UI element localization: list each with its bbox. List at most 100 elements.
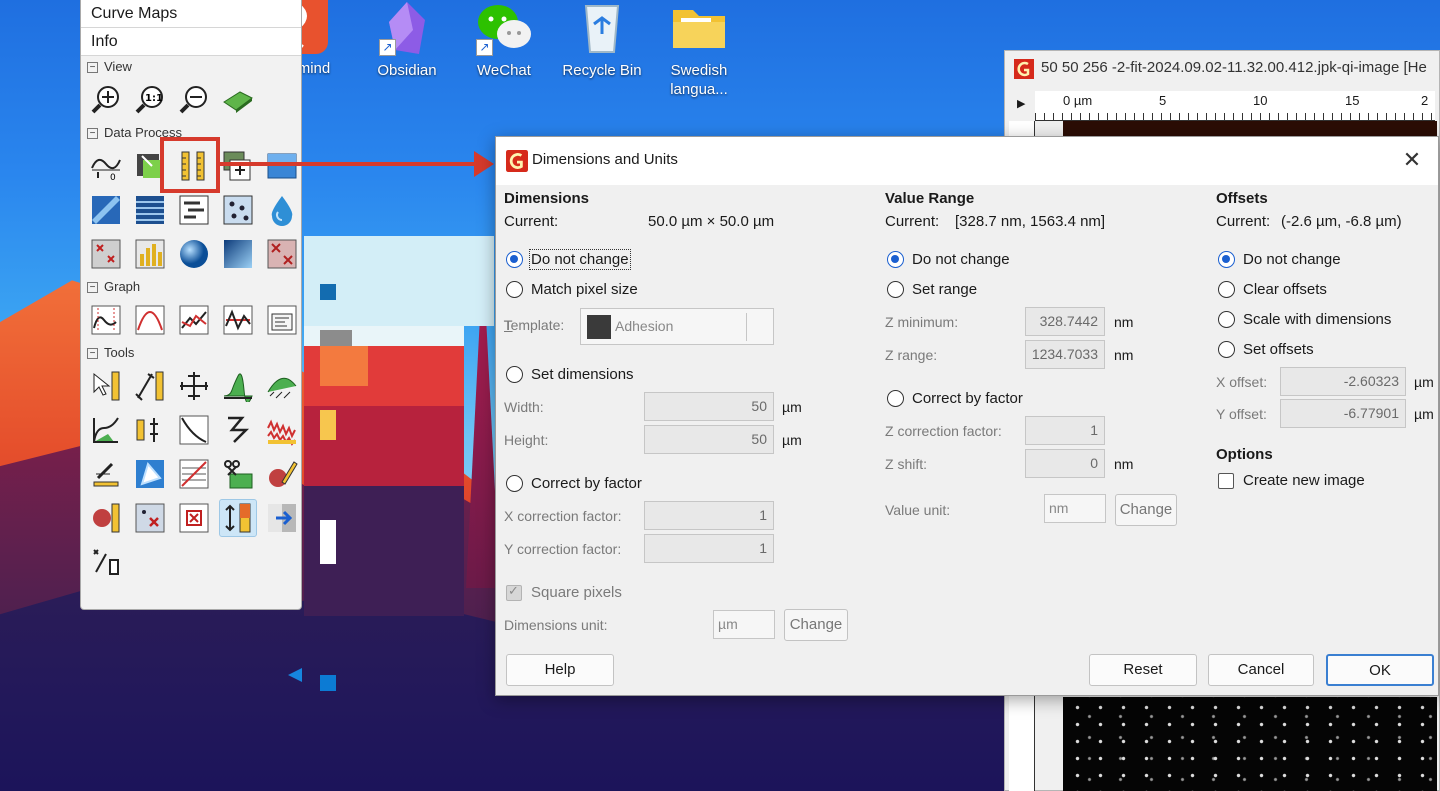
sphere-tool[interactable] [175, 235, 213, 273]
fix-zero-tool[interactable]: 0 [87, 147, 125, 185]
value-do-not-change-radio[interactable]: Do not change [887, 251, 1010, 268]
menu-info[interactable]: Info [81, 28, 301, 56]
mark-scars-tool[interactable] [87, 235, 125, 273]
section-tools[interactable]: − Tools [81, 342, 301, 364]
section-view[interactable]: − View [81, 56, 301, 78]
radio-icon [1218, 341, 1235, 358]
section-graph[interactable]: − Graph [81, 276, 301, 298]
height-scale-tool[interactable] [219, 499, 257, 537]
scale-with-dimensions-radio[interactable]: Scale with dimensions [1218, 311, 1391, 328]
zoom-in-tool[interactable] [87, 81, 125, 119]
zoom-1-1-tool[interactable]: 1:1 [131, 81, 169, 119]
z-shift-unit: nm [1114, 456, 1134, 472]
dialog-titlebar[interactable]: Dimensions and Units ✕ [496, 137, 1438, 185]
mark-remove-tool[interactable] [131, 499, 169, 537]
menu-curve-maps[interactable]: Curve Maps [81, 0, 301, 28]
arithmetic-tool[interactable] [219, 147, 257, 185]
dimensions-unit-select[interactable]: µm [713, 610, 775, 639]
shade-icon [92, 196, 120, 224]
afm-image[interactable] [1063, 121, 1437, 137]
z-factor-field[interactable]: 1 [1025, 416, 1105, 445]
3d-view-tool[interactable] [219, 81, 257, 119]
z-minimum-unit: nm [1114, 314, 1134, 330]
profile-tool[interactable] [175, 367, 213, 405]
particles-tool[interactable] [219, 191, 257, 229]
ruler-menu-icon[interactable]: ▶ [1017, 97, 1025, 110]
ok-button[interactable]: OK [1326, 654, 1434, 686]
line-measure-tool[interactable] [87, 543, 125, 581]
width-field[interactable]: 50 [644, 392, 774, 421]
graph-stats-tool[interactable] [263, 301, 301, 339]
graph-level-icon [223, 305, 253, 335]
image-window-title[interactable]: 50 50 256 -2-fit-2024.09.02-11.32.00.412… [1005, 51, 1439, 85]
square-pixels-checkbox[interactable]: Square pixels [506, 583, 622, 601]
help-button[interactable]: Help [506, 654, 614, 686]
graph-fit-tool[interactable] [131, 301, 169, 339]
roughness-tool[interactable] [263, 411, 301, 449]
histogram-tool[interactable] [131, 235, 169, 273]
watershed-tool[interactable] [263, 191, 301, 229]
x-factor-field[interactable]: 1 [644, 501, 774, 530]
spectro-tool[interactable] [219, 367, 257, 405]
grain-mark-tool[interactable] [87, 499, 125, 537]
z-minimum-field[interactable]: 328.7442 [1025, 307, 1105, 336]
set-dimensions-radio[interactable]: Set dimensions [506, 366, 634, 383]
level-3point-tool[interactable] [131, 411, 169, 449]
z-shift-label: Z shift: [885, 456, 928, 472]
path-tool[interactable] [219, 411, 257, 449]
graph-compare-tool[interactable] [175, 301, 213, 339]
afm-image[interactable] [1063, 697, 1437, 791]
graph-cut-tool[interactable] [87, 301, 125, 339]
create-new-image-checkbox[interactable]: Create new image [1218, 472, 1365, 489]
dimensions-unit-change-button[interactable]: Change [784, 609, 848, 641]
read-value-tool[interactable] [87, 367, 125, 405]
template-select[interactable]: Adhesion [580, 308, 774, 345]
stats-tool[interactable] [87, 455, 125, 493]
value-unit-change-button[interactable]: Change [1115, 494, 1177, 526]
graph-level-tool[interactable] [219, 301, 257, 339]
cancel-button[interactable]: Cancel [1208, 654, 1314, 686]
sfunctions-tool[interactable] [263, 367, 301, 405]
desktop-icon-obsidian[interactable]: ↗ Obsidian [365, 0, 449, 80]
distance-tool[interactable] [131, 367, 169, 405]
height-unit: µm [782, 432, 802, 448]
level-tool[interactable] [263, 147, 301, 185]
zoom-out-tool[interactable] [175, 81, 213, 119]
gradient-tool[interactable] [219, 235, 257, 273]
rotate-tool[interactable] [175, 455, 213, 493]
selection-manager-tool[interactable] [131, 455, 169, 493]
clear-offsets-radio[interactable]: Clear offsets [1218, 281, 1327, 298]
crosshair-icon [180, 372, 208, 400]
filter-tool[interactable] [87, 411, 125, 449]
align-rows-tool[interactable] [175, 191, 213, 229]
reset-button[interactable]: Reset [1089, 654, 1197, 686]
y-offset-field[interactable]: -6.77901 [1280, 399, 1406, 428]
curve-tool[interactable] [175, 411, 213, 449]
desktop-icon-recycle-bin[interactable]: Recycle Bin [560, 0, 644, 80]
height-field[interactable]: 50 [644, 425, 774, 454]
set-range-radio[interactable]: Set range [887, 281, 977, 298]
export-tool[interactable] [263, 499, 301, 537]
value-correct-factor-radio[interactable]: Correct by factor [887, 390, 1023, 407]
set-offsets-radio[interactable]: Set offsets [1218, 341, 1314, 358]
z-shift-field[interactable]: 0 [1025, 449, 1105, 478]
z-range-field[interactable]: 1234.7033 [1025, 340, 1105, 369]
close-icon[interactable]: ✕ [1394, 147, 1430, 175]
lines-tool[interactable] [131, 191, 169, 229]
shade-tool[interactable] [87, 191, 125, 229]
x-offset-field[interactable]: -2.60323 [1280, 367, 1406, 396]
value-unit-select[interactable]: nm [1044, 494, 1106, 523]
desktop-icon-label: Swedish [670, 62, 728, 79]
remove-mask-tool[interactable] [175, 499, 213, 537]
dimensions-correct-factor-radio[interactable]: Correct by factor [506, 475, 642, 492]
y-factor-field[interactable]: 1 [644, 534, 774, 563]
match-pixel-size-radio[interactable]: Match pixel size [506, 281, 638, 298]
desktop-icon-swedish-folder[interactable]: Swedish langua... [657, 0, 741, 99]
sphere-icon [180, 240, 208, 268]
remove-spots-tool[interactable] [263, 235, 301, 273]
scissors-tool[interactable] [219, 455, 257, 493]
desktop-icon-wechat[interactable]: ↗ WeChat [462, 0, 546, 80]
dimensions-do-not-change-radio[interactable]: Do not change [506, 249, 631, 270]
offsets-do-not-change-radio[interactable]: Do not change [1218, 251, 1341, 268]
mask-editor-tool[interactable] [263, 455, 301, 493]
